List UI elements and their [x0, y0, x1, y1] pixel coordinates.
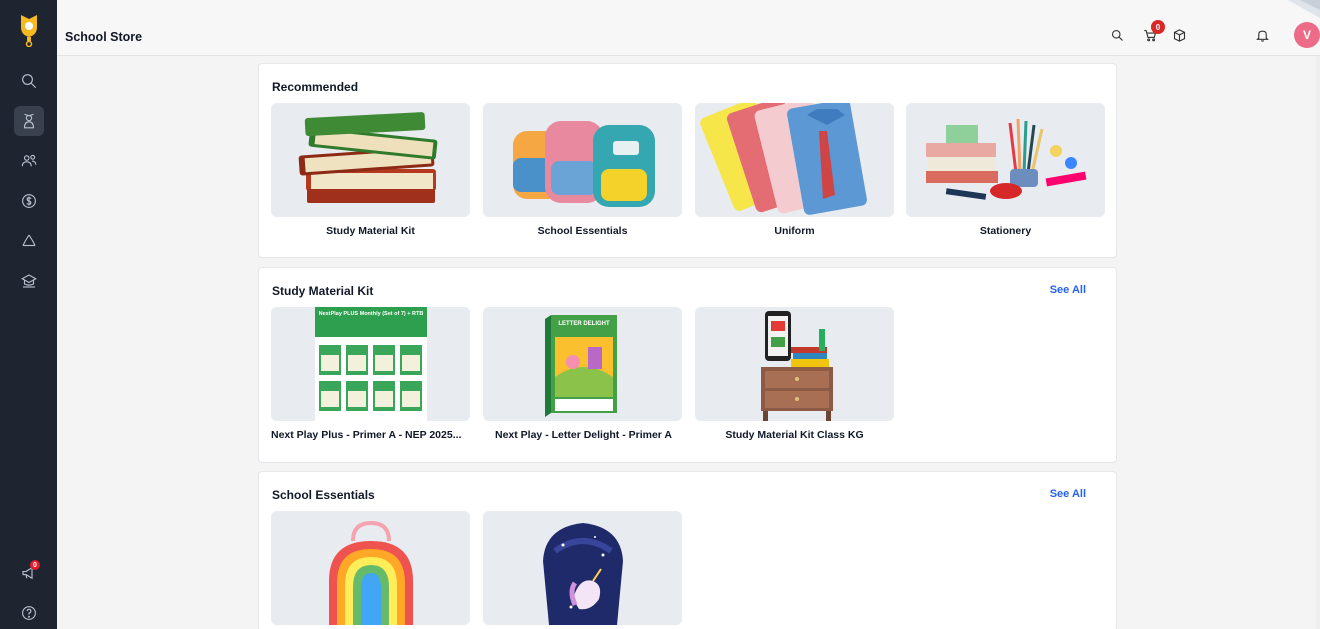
- category-label: Stationery: [979, 225, 1032, 237]
- page-scrollbar[interactable]: [1316, 56, 1320, 629]
- product-cover-title: NestPlay PLUS Monthly (Set of 7) + RTB: [318, 311, 424, 317]
- cart-icon[interactable]: 0: [1141, 20, 1165, 44]
- see-all-link[interactable]: See All: [1050, 488, 1086, 500]
- shirts-image: [695, 103, 894, 217]
- top-bar: School Store 0 V: [57, 0, 1320, 56]
- product-unicorn-bag[interactable]: [483, 511, 682, 629]
- product-letter-delight[interactable]: LETTER DELIGHT Next Play - Letter Deligh…: [483, 307, 682, 441]
- announcement-badge: 0: [30, 560, 40, 570]
- product-image: NestPlay PLUS Monthly (Set of 7) + RTB: [271, 307, 470, 421]
- product-label: Next Play Plus - Primer A - NEP 2025...: [271, 429, 462, 441]
- recommended-section: Recommended Study Material Kit School Es…: [258, 63, 1117, 258]
- user-avatar[interactable]: V: [1294, 22, 1320, 48]
- product-rainbow-bag[interactable]: [271, 511, 470, 629]
- sidebar-recycle-icon[interactable]: [14, 226, 44, 256]
- category-school-essentials[interactable]: School Essentials: [483, 103, 682, 237]
- backpacks-image: [483, 103, 682, 217]
- sidebar-help-icon[interactable]: [14, 598, 44, 628]
- category-label: Study Material Kit: [326, 225, 415, 237]
- orders-box-icon[interactable]: [1170, 26, 1188, 44]
- sidebar-school-icon[interactable]: [14, 266, 44, 296]
- books-image: [271, 103, 470, 217]
- section-title: Recommended: [272, 80, 359, 94]
- product-next-play-plus[interactable]: NestPlay PLUS Monthly (Set of 7) + RTB N…: [271, 307, 470, 441]
- stationery-image: [906, 103, 1105, 217]
- category-study-material-kit[interactable]: Study Material Kit: [271, 103, 470, 237]
- product-cover-title: LETTER DELIGHT: [558, 321, 610, 327]
- search-icon[interactable]: [1108, 26, 1126, 44]
- cart-count-badge: 0: [1151, 20, 1165, 34]
- sidebar-people-icon[interactable]: [14, 146, 44, 176]
- category-uniform[interactable]: Uniform: [695, 103, 894, 237]
- section-title: School Essentials: [272, 488, 375, 502]
- product-image: [271, 511, 470, 625]
- see-all-link[interactable]: See All: [1050, 284, 1086, 296]
- section-title: Study Material Kit: [272, 284, 374, 298]
- app-logo-icon[interactable]: [17, 13, 41, 48]
- category-label: School Essentials: [537, 225, 628, 237]
- sidebar: 0: [0, 0, 57, 629]
- product-label: Next Play - Letter Delight - Primer A: [495, 429, 672, 441]
- sidebar-announcement-icon[interactable]: 0: [14, 558, 44, 588]
- product-study-material-kit-kg[interactable]: Study Material Kit Class KG: [695, 307, 894, 441]
- category-label: Uniform: [774, 225, 815, 237]
- product-image: LETTER DELIGHT: [483, 307, 682, 421]
- study-material-kit-section: Study Material Kit See All NestPlay PLUS…: [258, 267, 1117, 463]
- sidebar-fees-icon[interactable]: [14, 186, 44, 216]
- sidebar-store-icon[interactable]: [14, 106, 44, 136]
- product-label: Study Material Kit Class KG: [725, 429, 864, 441]
- sidebar-search-icon[interactable]: [14, 66, 44, 96]
- product-image: [695, 307, 894, 421]
- product-image: [483, 511, 682, 625]
- notification-bell-icon[interactable]: [1253, 26, 1271, 44]
- page-title: School Store: [65, 30, 143, 44]
- corner-ribbon-decoration: [1280, 0, 1320, 24]
- school-essentials-section: School Essentials See All: [258, 471, 1117, 629]
- category-stationery[interactable]: Stationery: [906, 103, 1105, 237]
